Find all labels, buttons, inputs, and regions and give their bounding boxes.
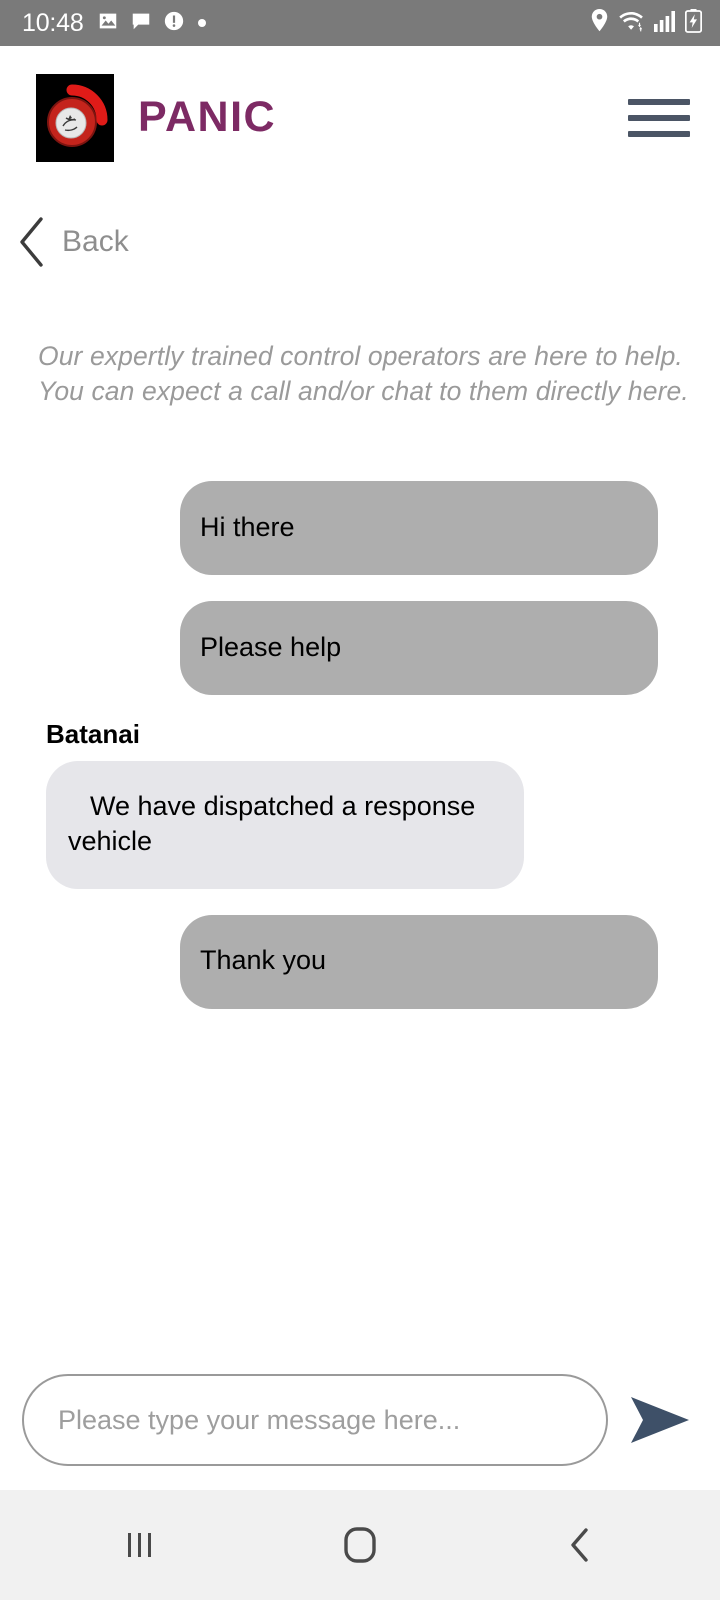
system-home-button[interactable]	[300, 1505, 420, 1585]
notification-dot-icon	[197, 19, 206, 27]
status-bar-left: 10:48	[22, 10, 206, 37]
recents-icon	[128, 1533, 151, 1557]
battery-charging-icon	[684, 8, 703, 38]
system-back-button[interactable]	[520, 1505, 640, 1585]
intro-text: Our expertly trained control operators a…	[38, 339, 692, 409]
chat-bubble-outgoing[interactable]: Thank you	[180, 914, 658, 1009]
chevron-left-icon	[20, 217, 43, 267]
chat-bubble-text: Hi there	[200, 512, 295, 543]
intro-line-2: You can expect a call and/or chat to the…	[38, 376, 689, 407]
chat-bubble-text: Thank you	[200, 945, 327, 976]
signal-bars-icon	[654, 10, 676, 37]
alert-circle-icon	[163, 10, 185, 37]
message-item: Batanai We have dispatched a response ve…	[46, 719, 658, 889]
message-item: Thank you	[46, 914, 658, 1009]
image-icon	[97, 10, 119, 37]
panic-logo-icon	[36, 73, 114, 162]
chat-bubble-incoming[interactable]: We have dispatched a response vehicle	[46, 761, 524, 889]
intro-line-1: Our expertly trained control operators a…	[38, 341, 683, 371]
app-header: PANIC	[0, 46, 720, 189]
message-icon	[130, 10, 152, 37]
home-icon	[344, 1527, 376, 1563]
chat-bubble-text: Please help	[200, 632, 342, 663]
hamburger-bar-1	[628, 98, 690, 105]
back-label: Back	[62, 225, 129, 258]
message-item: Hi there	[46, 481, 658, 576]
sender-name: Batanai	[46, 719, 140, 750]
back-button[interactable]: Back	[0, 207, 200, 277]
chat-bubble-outgoing[interactable]: Hi there	[180, 481, 658, 576]
chat-bubble-text: We have dispatched a response vehicle	[68, 791, 476, 857]
status-bar-right	[589, 8, 703, 38]
system-recents-button[interactable]	[80, 1505, 200, 1585]
send-button[interactable]	[622, 1382, 698, 1458]
chat-bubble-outgoing[interactable]: Please help	[180, 601, 658, 696]
status-bar: 10:48	[0, 0, 720, 46]
hamburger-menu-icon[interactable]	[628, 95, 690, 141]
message-composer	[0, 1350, 720, 1490]
status-time: 10:48	[22, 8, 84, 37]
message-item: Please help	[46, 601, 658, 696]
system-navigation-bar	[0, 1490, 720, 1600]
send-arrow-icon	[631, 1397, 689, 1443]
hamburger-bar-2	[628, 114, 690, 121]
wifi-icon	[619, 9, 645, 38]
brand-title: PANIC	[138, 93, 277, 141]
hamburger-bar-3	[628, 130, 690, 137]
back-chevron-icon	[571, 1528, 588, 1562]
message-input[interactable]	[22, 1374, 608, 1466]
chat-message-list[interactable]: Hi there Please help Batanai We have dis…	[0, 481, 720, 1350]
app-screen: 10:48 PANIC Back Our expertly trained co…	[0, 0, 720, 1600]
location-pin-icon	[589, 8, 610, 38]
